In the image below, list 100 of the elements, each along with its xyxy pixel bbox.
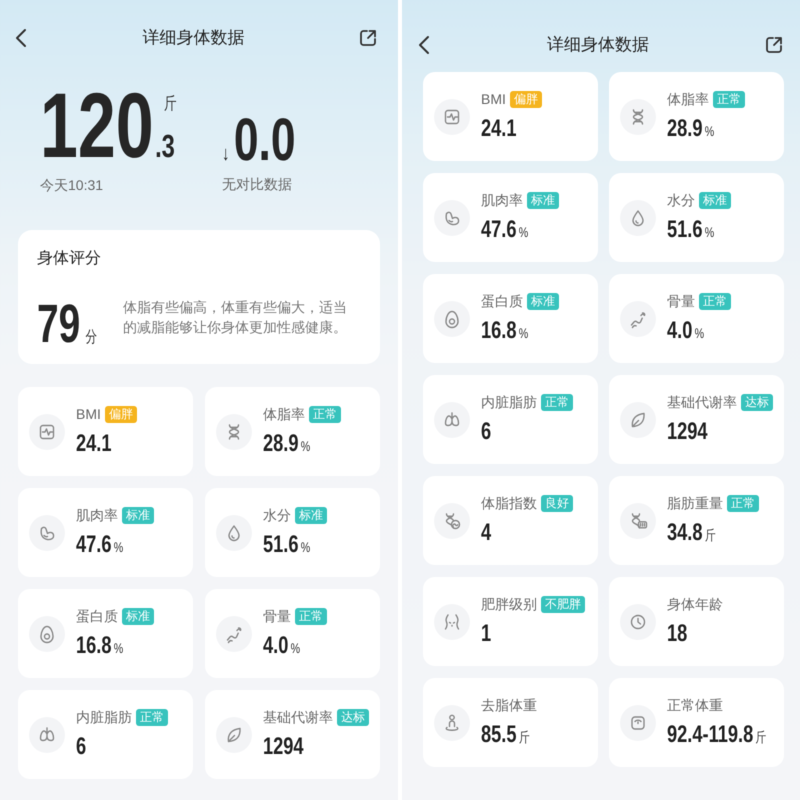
status-tag: 正常	[713, 90, 745, 108]
metric-card[interactable]: 脂肪重量 正常 34.8 斤	[609, 476, 784, 565]
metric-card[interactable]: 水分 标准 51.6%	[609, 173, 784, 262]
metric-card[interactable]: 蛋白质 标准 16.8%	[18, 589, 193, 678]
lungs-icon	[434, 402, 470, 438]
metric-value: 24.1	[481, 115, 516, 142]
page-title: 详细身体数据	[142, 27, 246, 49]
dna-icon	[620, 98, 656, 134]
metric-card[interactable]: 内脏脂肪 正常 6	[18, 690, 193, 779]
status-tag: 正常	[295, 608, 327, 624]
torso-icon	[434, 604, 470, 640]
weight-value: 120	[40, 75, 154, 177]
metric-card[interactable]: 体脂率 正常 28.9%	[205, 387, 380, 476]
score-description: 体脂有些偏高，体重有些偏大，适当的减脂能够让你身体更加性感健康。	[123, 298, 348, 337]
bone-icon	[216, 616, 252, 652]
metric-label: 正常体重	[667, 696, 723, 714]
metric-label: 身体年龄	[667, 595, 723, 613]
metric-value: 18	[667, 620, 688, 647]
status-tag: 正常	[699, 292, 731, 310]
status-tag: 达标	[337, 708, 369, 726]
metric-card[interactable]: 基础代谢率 达标 1294	[205, 690, 380, 779]
metric-value: 92.4-119.8	[667, 721, 754, 748]
metric-label: BMI	[481, 90, 506, 108]
metric-value: 47.6	[76, 531, 112, 558]
metric-value: 28.9	[263, 430, 298, 457]
metric-unit: %	[518, 325, 528, 341]
dna-wave-icon	[434, 502, 470, 538]
metric-card[interactable]: 体脂指数 良好 4	[423, 476, 598, 565]
metric-card[interactable]: 骨量 正常 4.0%	[609, 274, 784, 363]
metric-value: 34.8	[667, 519, 702, 546]
metric-unit: %	[300, 438, 310, 454]
metric-label: 肌肉率	[481, 191, 523, 209]
measure-time: 今天10:31	[40, 176, 104, 194]
metric-value: 24.1	[76, 430, 112, 457]
metric-card[interactable]: 水分 标准 51.6%	[205, 488, 380, 577]
metric-card[interactable]: 蛋白质 标准 16.8%	[423, 274, 598, 363]
status-tag: 正常	[309, 406, 341, 422]
bone-icon	[620, 300, 656, 336]
status-tag: 偏胖	[104, 406, 137, 422]
metric-value: 4.0	[263, 632, 288, 659]
leaf-icon	[216, 716, 252, 752]
metric-label: 水分	[263, 506, 291, 524]
metric-card[interactable]: 体脂率 正常 28.9%	[609, 72, 784, 161]
metric-label: 基础代谢率	[263, 708, 333, 726]
metric-label: 蛋白质	[481, 292, 523, 310]
metric-label: 水分	[667, 191, 695, 209]
metric-card[interactable]: 基础代谢率 达标 1294	[609, 375, 784, 464]
arm-icon	[29, 514, 65, 550]
metric-value: 16.8	[481, 317, 516, 344]
metric-unit: %	[518, 224, 528, 240]
metric-unit: %	[694, 325, 704, 341]
metric-unit: %	[704, 224, 714, 240]
status-tag: 标准	[699, 192, 731, 208]
metric-unit: %	[114, 539, 124, 555]
metric-card[interactable]: 肥胖级别 不肥胖 1	[423, 577, 598, 666]
share-button[interactable]	[358, 28, 378, 48]
metric-card[interactable]: 骨量 正常 4.0%	[205, 589, 380, 678]
status-tag: 正常	[727, 494, 759, 512]
metric-card[interactable]: 去脂体重 85.5 斤	[423, 678, 598, 767]
metric-card[interactable]: 肌肉率 标准 47.6%	[18, 488, 193, 577]
drop-icon	[620, 200, 656, 236]
share-icon	[359, 29, 377, 47]
metric-unit: %	[300, 539, 310, 555]
metric-label: 体脂指数	[481, 494, 537, 512]
pulse-icon	[434, 98, 470, 134]
metric-label: 体脂率	[667, 90, 709, 108]
metric-value: 51.6	[667, 216, 702, 243]
status-tag: 标准	[527, 292, 559, 310]
metric-card[interactable]: 身体年龄 18	[609, 577, 784, 666]
metric-value: 51.6	[263, 531, 298, 558]
metric-value: 85.5	[481, 721, 516, 748]
status-tag: 标准	[295, 506, 327, 524]
weight-decimal: .3	[155, 130, 176, 162]
lungs-icon	[29, 716, 65, 752]
status-tag: 正常	[541, 394, 573, 410]
metric-label: 基础代谢率	[667, 393, 737, 411]
metric-value: 16.8	[76, 632, 112, 659]
metric-value: 1294	[263, 733, 304, 760]
metric-label: 内脏脂肪	[76, 708, 132, 726]
metric-label: 蛋白质	[76, 607, 118, 625]
status-tag: 良好	[541, 494, 573, 512]
back-button[interactable]	[416, 33, 432, 57]
share-button[interactable]	[764, 35, 784, 55]
metric-label: 内脏脂肪	[481, 393, 537, 411]
metric-card[interactable]: BMI 偏胖 24.1	[423, 72, 598, 161]
metric-label: 去脂体重	[481, 696, 537, 714]
metric-card[interactable]: 正常体重 92.4-119.8 斤	[609, 678, 784, 767]
metric-card[interactable]: 肌肉率 标准 47.6%	[423, 173, 598, 262]
back-button[interactable]	[13, 26, 29, 50]
metric-value: 6	[481, 418, 492, 445]
back-icon	[15, 28, 27, 48]
metric-value: 6	[76, 733, 86, 760]
page-title: 详细身体数据	[546, 34, 650, 56]
status-tag: 标准	[527, 192, 559, 208]
metric-card[interactable]: 内脏脂肪 正常 6	[423, 375, 598, 464]
metric-card[interactable]: BMI 偏胖 24.1	[18, 387, 193, 476]
change-value: 0.0	[234, 106, 296, 173]
status-tag: 不肥胖	[541, 596, 585, 612]
metric-unit: 斤	[704, 527, 716, 543]
status-tag: 偏胖	[510, 90, 542, 108]
